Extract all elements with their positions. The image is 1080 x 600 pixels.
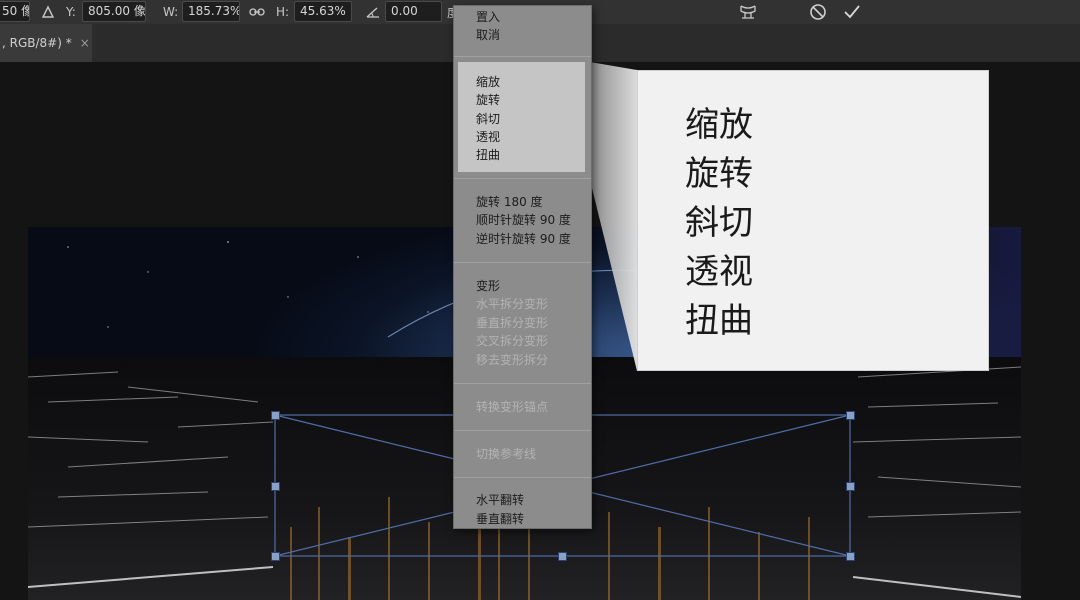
menu-item-split-warp-horizontal: 水平拆分变形 (476, 297, 549, 311)
menu-item-warp[interactable]: 变形 (476, 277, 500, 295)
menu-separator (454, 178, 591, 179)
menu-item-place[interactable]: 置入 (476, 8, 500, 26)
menu-item-convert-warp-anchor: 转换变形锚点 (476, 400, 549, 414)
menu-separator (454, 430, 591, 431)
menu-item-flip-horizontal[interactable]: 水平翻转 (476, 491, 524, 509)
menu-item-split-warp-vertical: 垂直拆分变形 (476, 316, 549, 330)
zoom-callout-panel: 缩放 旋转 斜切 透视 扭曲 (637, 70, 989, 371)
menu-item-split-warp-crosswise: 交叉拆分变形 (476, 334, 549, 348)
free-transform-context-menu: 置入 取消 缩放 旋转 斜切 透视 扭曲 旋转 180 度 顺时针旋转 90 度… (453, 5, 592, 529)
menu-item-perspective[interactable]: 透视 (476, 128, 500, 146)
zoom-item-rotate: 旋转 (685, 154, 753, 194)
menu-separator (454, 383, 591, 384)
zoom-item-scale: 缩放 (685, 105, 753, 145)
menu-item-distort[interactable]: 扭曲 (476, 146, 500, 164)
menu-item-rotate-90-cw[interactable]: 顺时针旋转 90 度 (476, 211, 571, 229)
menu-separator (454, 262, 591, 263)
menu-item-cancel[interactable]: 取消 (476, 26, 500, 44)
menu-item-rotate[interactable]: 旋转 (476, 91, 500, 109)
menu-item-scale[interactable]: 缩放 (476, 73, 500, 91)
menu-item-rotate-180[interactable]: 旋转 180 度 (476, 193, 543, 211)
zoom-item-perspective: 透视 (685, 252, 753, 292)
menu-item-skew[interactable]: 斜切 (476, 110, 500, 128)
menu-item-toggle-guides: 切换参考线 (476, 447, 537, 461)
photoshop-window: 50 像 Y: 805.00 像素 W: 185.73% H: 45.63% 0… (0, 0, 1080, 600)
menu-separator (454, 56, 591, 57)
menu-separator (454, 477, 591, 478)
menu-item-remove-warp-split: 移去变形拆分 (476, 353, 549, 367)
menu-item-flip-vertical[interactable]: 垂直翻转 (476, 510, 524, 528)
zoom-item-distort: 扭曲 (685, 301, 753, 341)
zoom-item-skew: 斜切 (685, 203, 753, 243)
menu-item-rotate-90-ccw[interactable]: 逆时针旋转 90 度 (476, 230, 571, 248)
